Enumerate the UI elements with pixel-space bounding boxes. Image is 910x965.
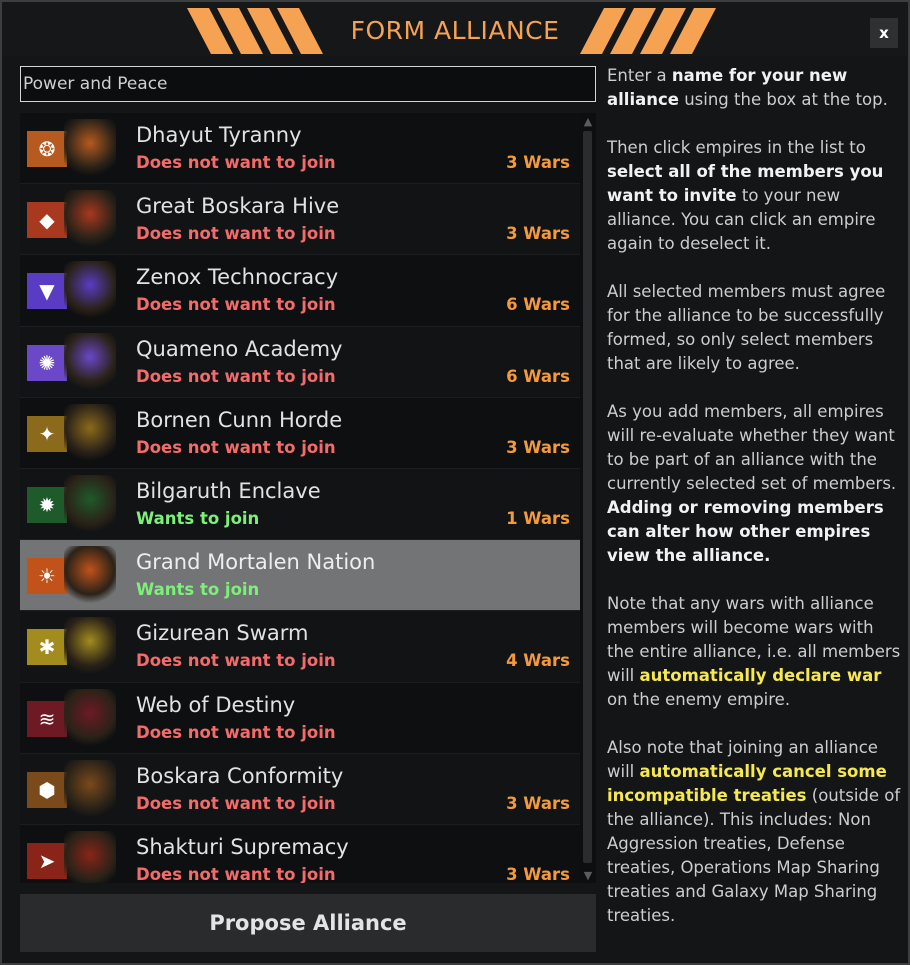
empire-list-scrollbar[interactable]: ▲ ▼ [580, 113, 596, 883]
help-paragraph-4: As you add members, all empires will re-… [607, 400, 903, 568]
empire-war-count: 6 Wars [506, 366, 570, 386]
empire-war-count: 3 Wars [506, 437, 570, 457]
empire-row[interactable]: ➤ Shakturi Supremacy Does not want to join… [20, 824, 580, 883]
scroll-down-arrow-icon[interactable]: ▼ [580, 867, 596, 883]
scroll-up-arrow-icon[interactable]: ▲ [580, 113, 596, 129]
empire-row[interactable]: ✺ Quameno Academy Does not want to join 6 W… [20, 326, 580, 398]
help-paragraph-5: Note that any wars with alliance members… [607, 592, 903, 712]
green-insectoid-portrait-icon [64, 190, 116, 251]
help-text: Then click empires in the list to [607, 138, 866, 157]
empire-row[interactable]: ◆ Great Boskara Hive Does not want to join… [20, 184, 580, 256]
empire-row[interactable]: ⬢ Boskara Conformity Does not want to join… [20, 753, 580, 825]
green-sun-emblem-icon: ✹ [27, 486, 67, 523]
empire-war-count: 1 Wars [506, 508, 570, 528]
alliance-name-input[interactable] [20, 66, 596, 102]
horned-alien-portrait-icon [64, 261, 116, 322]
red-shakturi-portrait-icon [64, 830, 116, 883]
empire-row[interactable]: ❂ Dhayut Tyranny Does not want to join 3 Wa… [20, 113, 580, 185]
help-paragraph-3: All selected members must agree for the … [607, 282, 886, 373]
empire-join-status: Wants to join [136, 508, 260, 528]
gizurean-portrait-icon [64, 617, 116, 678]
empire-name: Quameno Academy [136, 336, 343, 361]
empire-join-status: Does not want to join [136, 295, 336, 315]
empire-war-count: 3 Wars [506, 864, 570, 883]
empire-row[interactable]: ≋ Web of Destiny Does not want to join [20, 682, 580, 754]
empire-name: Gizurean Swarm [136, 621, 309, 646]
red-chevron-emblem-icon: ◆ [27, 202, 67, 239]
empire-war-count: 3 Wars [506, 153, 570, 172]
empire-name: Bornen Cunn Horde [136, 407, 343, 432]
orange-flame-emblem-icon: ❂ [27, 131, 67, 167]
empire-name: Shakturi Supremacy [136, 834, 349, 859]
empire-war-count: 3 Wars [506, 224, 570, 244]
gold-claw-emblem-icon: ✦ [27, 415, 67, 452]
empire-row[interactable]: ✹ Bilgaruth Enclave Wants to join 1 Wars [20, 468, 580, 541]
close-icon: x [879, 24, 889, 42]
green-alien-portrait-icon [64, 474, 116, 535]
empire-name: Zenox Technocracy [136, 265, 339, 290]
red-wave-emblem-icon: ≋ [27, 700, 67, 737]
help-paragraph-6: Also note that joining an alliance will … [607, 736, 903, 928]
empire-war-count: 4 Wars [506, 651, 570, 671]
empire-join-status: Wants to join [136, 580, 260, 600]
help-text: (outside of the alliance). This includes… [607, 786, 901, 925]
help-paragraph-1: Enter a name for your new alliance using… [607, 64, 903, 112]
empire-name: Web of Destiny [136, 692, 296, 717]
propose-alliance-button[interactable]: Propose Alliance [20, 894, 596, 952]
gold-bug-emblem-icon: ✱ [27, 629, 67, 666]
white-sun-emblem-icon: ☀ [27, 558, 67, 595]
empire-join-status: Does not want to join [136, 153, 336, 172]
help-text: on the enemy empire. [607, 690, 791, 709]
title-bar: FORM ALLIANCE x [2, 2, 908, 56]
red-arrow-emblem-icon: ➤ [27, 842, 67, 879]
empire-join-status: Does not want to join [136, 651, 336, 671]
empire-name: Bilgaruth Enclave [136, 478, 321, 503]
empire-join-status: Does not want to join [136, 793, 336, 813]
help-text: As you add members, all empires will re-… [607, 402, 897, 493]
empire-name: Grand Mortalen Nation [136, 550, 376, 575]
empire-name: Boskara Conformity [136, 763, 344, 788]
empire-list: ❂ Dhayut Tyranny Does not want to join 3 Wa… [20, 113, 580, 883]
help-paragraph-2: Then click empires in the list to select… [607, 136, 903, 256]
purple-triangle-emblem-icon: ▼ [27, 273, 67, 310]
boskara-portrait-icon [64, 759, 116, 820]
quameno-portrait-icon [64, 332, 116, 393]
right-stripes-decoration [580, 8, 716, 54]
help-text: Enter a [607, 66, 672, 85]
empire-row[interactable]: ▼ Zenox Technocracy Does not want to join 6… [20, 255, 580, 327]
help-text: using the box at the top. [678, 90, 888, 109]
pirate-portrait-icon [64, 688, 116, 749]
empire-join-status: Does not want to join [136, 864, 336, 883]
empire-join-status: Does not want to join [136, 224, 336, 244]
help-panel: Enter a name for your new alliance using… [607, 64, 903, 952]
empire-row[interactable]: ✱ Gizurean Swarm Does not want to join 4 Wa… [20, 611, 580, 683]
empire-join-status: Does not want to join [136, 437, 336, 457]
empire-row[interactable]: ✦ Bornen Cunn Horde Does not want to join 3… [20, 397, 580, 469]
empire-war-count: 3 Wars [506, 793, 570, 813]
empire-join-status: Does not want to join [136, 366, 336, 386]
form-alliance-window: FORM ALLIANCE x ❂ Dhayut Tyranny Does not … [0, 0, 910, 965]
window-title: FORM ALLIANCE [350, 16, 560, 45]
empire-name: Great Boskara Hive [136, 194, 340, 219]
close-button[interactable]: x [870, 18, 898, 48]
empire-war-count: 6 Wars [506, 295, 570, 315]
help-highlight: automatically declare war [639, 666, 882, 685]
orange-hive-emblem-icon: ⬢ [27, 771, 67, 808]
blue-star-emblem-icon: ✺ [27, 344, 67, 381]
empire-join-status: Does not want to join [136, 722, 336, 742]
insectoid-portrait-icon [64, 119, 116, 179]
mortalen-portrait-icon [64, 546, 116, 607]
scroll-thumb[interactable] [583, 131, 592, 863]
empire-name: Dhayut Tyranny [136, 123, 302, 147]
help-emphasis: Adding or removing members can alter how… [607, 498, 884, 565]
empire-row[interactable]: ☀ Grand Mortalen Nation Wants to join [20, 540, 580, 612]
gold-reptile-portrait-icon [64, 403, 116, 464]
